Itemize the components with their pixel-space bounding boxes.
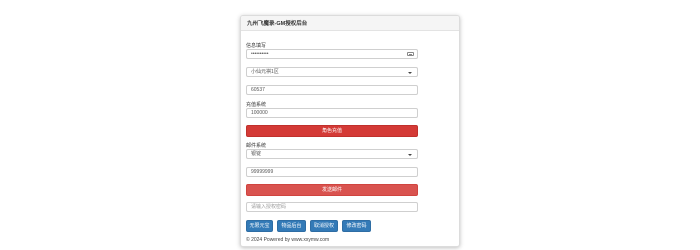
send-mail-button[interactable]: 发送邮件 bbox=[246, 184, 418, 196]
auth-code-input[interactable]: 请输入授权密码 bbox=[246, 202, 418, 212]
mail-quantity-field[interactable]: 99999999 bbox=[246, 167, 418, 177]
mail-item-value: 银锭 bbox=[251, 151, 262, 157]
mail-item-select[interactable]: 银锭 bbox=[246, 149, 418, 159]
mail-quantity-value: 99999999 bbox=[251, 169, 274, 175]
server-select[interactable]: 小仙元祺1区 bbox=[246, 67, 418, 77]
role-id-field[interactable]: 60537 bbox=[246, 85, 418, 95]
password-field[interactable]: •••••••••• bbox=[246, 49, 418, 59]
recharge-section-label: 充值系统 bbox=[246, 102, 267, 108]
footer-copyright: © 2024 Powered by www.xxymw.com bbox=[246, 237, 330, 243]
panel-header: 九州飞魔录-GM授权后台 bbox=[241, 16, 459, 31]
role-id-value: 60537 bbox=[251, 87, 265, 93]
recharge-amount-value: 100000 bbox=[251, 110, 268, 116]
auth-code-placeholder: 请输入授权密码 bbox=[251, 204, 287, 210]
password-value: •••••••••• bbox=[251, 51, 269, 57]
item-backend-button[interactable]: 物品后台 bbox=[277, 220, 306, 232]
keyboard-icon[interactable] bbox=[407, 52, 414, 56]
chevron-down-icon bbox=[408, 71, 412, 74]
change-password-button[interactable]: 修改密码 bbox=[342, 220, 371, 232]
server-select-value: 小仙元祺1区 bbox=[251, 69, 279, 75]
cancel-auth-button[interactable]: 取消授权 bbox=[310, 220, 338, 232]
panel-title: 九州飞魔录-GM授权后台 bbox=[247, 21, 308, 27]
recharge-amount-field[interactable]: 100000 bbox=[246, 108, 418, 118]
unlimited-yuanbao-button[interactable]: 无限元宝 bbox=[246, 220, 273, 232]
mail-section-label: 邮件系统 bbox=[246, 143, 267, 149]
gm-panel: 九州飞魔录-GM授权后台 信息填写 •••••••••• 小仙元祺1区 6053… bbox=[240, 15, 460, 247]
recharge-button[interactable]: 角色充值 bbox=[246, 125, 418, 137]
chevron-down-icon bbox=[408, 153, 412, 156]
account-section-label: 信息填写 bbox=[246, 43, 267, 49]
